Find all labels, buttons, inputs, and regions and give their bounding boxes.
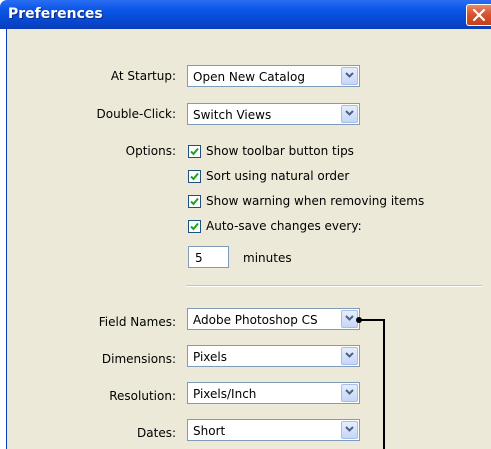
- chevron-down-icon: [345, 352, 354, 358]
- resolution-dropdown-button[interactable]: [341, 384, 358, 402]
- autosave-checkbox[interactable]: [188, 220, 201, 233]
- section-divider: [186, 285, 482, 287]
- callout-line-horizontal: [359, 319, 385, 321]
- chevron-down-icon: [345, 72, 354, 78]
- dimensions-dropdown-button[interactable]: [341, 347, 358, 365]
- chevron-down-icon: [345, 315, 354, 321]
- checkmark-icon: [190, 147, 199, 156]
- show-tips-checkbox[interactable]: [188, 145, 201, 158]
- show-tips-label[interactable]: Show toolbar button tips: [206, 144, 354, 158]
- field-names-select[interactable]: Adobe Photoshop CS: [187, 308, 360, 330]
- chevron-down-icon: [345, 426, 354, 432]
- dates-select[interactable]: Short: [187, 419, 360, 441]
- double-click-value: Switch Views: [193, 108, 272, 122]
- natural-order-label[interactable]: Sort using natural order: [206, 169, 349, 183]
- close-button[interactable]: [466, 4, 491, 26]
- dates-dropdown-button[interactable]: [341, 421, 358, 439]
- title-bar[interactable]: Preferences: [0, 0, 491, 29]
- checkmark-icon: [190, 197, 199, 206]
- field-names-label: Field Names:: [98, 315, 176, 329]
- autosave-label[interactable]: Auto-save changes every:: [206, 219, 362, 233]
- startup-select[interactable]: Open New Catalog: [187, 65, 360, 87]
- resolution-value: Pixels/Inch: [193, 387, 257, 401]
- double-click-label: Double-Click:: [96, 107, 177, 121]
- dimensions-select[interactable]: Pixels: [187, 345, 360, 367]
- minutes-label: minutes: [243, 251, 292, 265]
- preferences-window: Preferences At Startup: Open New Catalog…: [0, 0, 491, 449]
- close-icon: [473, 9, 485, 21]
- resolution-select[interactable]: Pixels/Inch: [187, 382, 360, 404]
- dates-value: Short: [193, 424, 226, 438]
- checkmark-icon: [190, 172, 199, 181]
- options-label: Options:: [125, 144, 176, 158]
- natural-order-checkbox[interactable]: [188, 170, 201, 183]
- dates-label: Dates:: [137, 426, 176, 440]
- startup-dropdown-button[interactable]: [341, 67, 358, 85]
- dimensions-label: Dimensions:: [101, 352, 176, 366]
- callout-line-vertical: [383, 319, 385, 449]
- startup-label: At Startup:: [110, 69, 176, 83]
- double-click-select[interactable]: Switch Views: [187, 103, 360, 125]
- window-title: Preferences: [8, 6, 103, 22]
- chevron-down-icon: [345, 389, 354, 395]
- checkmark-icon: [190, 222, 199, 231]
- startup-value: Open New Catalog: [193, 70, 305, 84]
- autosave-minutes-input[interactable]: 5: [188, 246, 229, 268]
- dimensions-value: Pixels: [193, 350, 228, 364]
- resolution-label: Resolution:: [109, 389, 176, 403]
- double-click-dropdown-button[interactable]: [341, 105, 358, 123]
- remove-warning-checkbox[interactable]: [188, 195, 201, 208]
- field-names-value: Adobe Photoshop CS: [193, 313, 318, 327]
- autosave-minutes-value: 5: [195, 251, 203, 265]
- remove-warning-label[interactable]: Show warning when removing items: [206, 194, 424, 208]
- chevron-down-icon: [345, 110, 354, 116]
